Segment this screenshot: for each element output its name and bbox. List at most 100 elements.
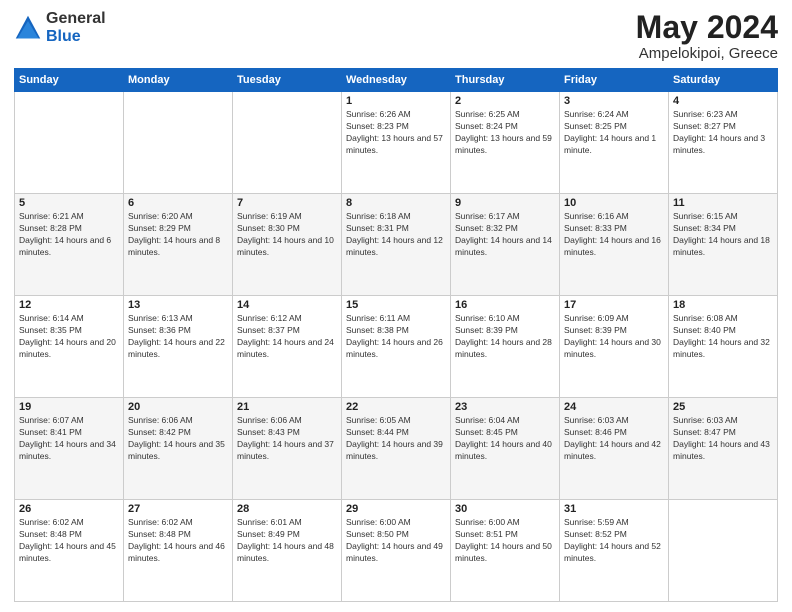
day-number: 23 bbox=[455, 401, 555, 413]
day-number: 25 bbox=[673, 401, 773, 413]
day-info: Sunrise: 6:08 AMSunset: 8:40 PMDaylight:… bbox=[673, 313, 773, 361]
logo-blue: Blue bbox=[46, 28, 106, 46]
sunrise-text: Sunrise: 6:17 AM bbox=[455, 211, 555, 223]
table-row: 6Sunrise: 6:20 AMSunset: 8:29 PMDaylight… bbox=[124, 194, 233, 296]
day-info: Sunrise: 6:03 AMSunset: 8:47 PMDaylight:… bbox=[673, 415, 773, 463]
day-number: 21 bbox=[237, 401, 337, 413]
sunrise-text: Sunrise: 6:11 AM bbox=[346, 313, 446, 325]
calendar-table: Sunday Monday Tuesday Wednesday Thursday… bbox=[14, 68, 778, 602]
col-saturday: Saturday bbox=[669, 69, 778, 92]
subtitle: Ampelokipoi, Greece bbox=[636, 45, 778, 62]
sunrise-text: Sunrise: 6:04 AM bbox=[455, 415, 555, 427]
table-row: 15Sunrise: 6:11 AMSunset: 8:38 PMDayligh… bbox=[342, 296, 451, 398]
day-info: Sunrise: 6:02 AMSunset: 8:48 PMDaylight:… bbox=[19, 517, 119, 565]
daylight-text: Daylight: 14 hours and 10 minutes. bbox=[237, 235, 337, 259]
daylight-text: Daylight: 14 hours and 37 minutes. bbox=[237, 439, 337, 463]
table-row: 10Sunrise: 6:16 AMSunset: 8:33 PMDayligh… bbox=[560, 194, 669, 296]
sunset-text: Sunset: 8:36 PM bbox=[128, 325, 228, 337]
day-info: Sunrise: 6:21 AMSunset: 8:28 PMDaylight:… bbox=[19, 211, 119, 259]
daylight-text: Daylight: 14 hours and 16 minutes. bbox=[564, 235, 664, 259]
table-row: 31 Sunrise: 5:59 AMSunset: 8:52 PMDayligh… bbox=[560, 500, 669, 602]
table-row: 21 Sunrise: 6:06 AMSunset: 8:43 PMDayligh… bbox=[233, 398, 342, 500]
sunset-text: Sunset: 8:44 PM bbox=[346, 427, 446, 439]
daylight-text: Daylight: 14 hours and 35 minutes. bbox=[128, 439, 228, 463]
daylight-text: Daylight: 14 hours and 18 minutes. bbox=[673, 235, 773, 259]
table-row: 27 Sunrise: 6:02 AMSunset: 8:48 PMDayligh… bbox=[124, 500, 233, 602]
day-info: Sunrise: 6:06 AMSunset: 8:42 PMDaylight:… bbox=[128, 415, 228, 463]
sunrise-text: Sunrise: 6:02 AM bbox=[128, 517, 228, 529]
day-info: Sunrise: 6:09 AMSunset: 8:39 PMDaylight:… bbox=[564, 313, 664, 361]
day-number: 19 bbox=[19, 401, 119, 413]
sunset-text: Sunset: 8:24 PM bbox=[455, 121, 555, 133]
table-row: 26Sunrise: 6:02 AMSunset: 8:48 PMDayligh… bbox=[15, 500, 124, 602]
day-number: 15 bbox=[346, 299, 446, 311]
day-info: Sunrise: 6:04 AMSunset: 8:45 PMDaylight:… bbox=[455, 415, 555, 463]
calendar-week-3: 12Sunrise: 6:14 AMSunset: 8:35 PMDayligh… bbox=[15, 296, 778, 398]
daylight-text: Daylight: 14 hours and 43 minutes. bbox=[673, 439, 773, 463]
table-row: 5Sunrise: 6:21 AMSunset: 8:28 PMDaylight… bbox=[15, 194, 124, 296]
sunrise-text: Sunrise: 6:12 AM bbox=[237, 313, 337, 325]
day-number: 31 bbox=[564, 503, 664, 515]
day-info: Sunrise: 6:19 AMSunset: 8:30 PMDaylight:… bbox=[237, 211, 337, 259]
table-row bbox=[15, 92, 124, 194]
daylight-text: Daylight: 14 hours and 24 minutes. bbox=[237, 337, 337, 361]
table-row: 2Sunrise: 6:25 AMSunset: 8:24 PMDaylight… bbox=[451, 92, 560, 194]
daylight-text: Daylight: 14 hours and 20 minutes. bbox=[19, 337, 119, 361]
day-number: 27 bbox=[128, 503, 228, 515]
sunrise-text: Sunrise: 6:00 AM bbox=[346, 517, 446, 529]
col-tuesday: Tuesday bbox=[233, 69, 342, 92]
table-row: 25 Sunrise: 6:03 AMSunset: 8:47 PMDayligh… bbox=[669, 398, 778, 500]
day-info: Sunrise: 6:03 AMSunset: 8:46 PMDaylight:… bbox=[564, 415, 664, 463]
sunset-text: Sunset: 8:32 PM bbox=[455, 223, 555, 235]
sunrise-text: Sunrise: 6:08 AM bbox=[673, 313, 773, 325]
table-row: 7 Sunrise: 6:19 AMSunset: 8:30 PMDaylight… bbox=[233, 194, 342, 296]
day-info: Sunrise: 5:59 AMSunset: 8:52 PMDaylight:… bbox=[564, 517, 664, 565]
daylight-text: Daylight: 14 hours and 48 minutes. bbox=[237, 541, 337, 565]
sunrise-text: Sunrise: 6:23 AM bbox=[673, 109, 773, 121]
logo-icon bbox=[14, 14, 42, 42]
sunrise-text: Sunrise: 6:25 AM bbox=[455, 109, 555, 121]
day-number: 14 bbox=[237, 299, 337, 311]
sunset-text: Sunset: 8:46 PM bbox=[564, 427, 664, 439]
sunrise-text: Sunrise: 5:59 AM bbox=[564, 517, 664, 529]
sunset-text: Sunset: 8:47 PM bbox=[673, 427, 773, 439]
sunset-text: Sunset: 8:34 PM bbox=[673, 223, 773, 235]
day-info: Sunrise: 6:12 AMSunset: 8:37 PMDaylight:… bbox=[237, 313, 337, 361]
page: General Blue May 2024 Ampelokipoi, Greec… bbox=[0, 0, 792, 612]
day-number: 29 bbox=[346, 503, 446, 515]
sunset-text: Sunset: 8:42 PM bbox=[128, 427, 228, 439]
day-number: 13 bbox=[128, 299, 228, 311]
day-info: Sunrise: 6:05 AMSunset: 8:44 PMDaylight:… bbox=[346, 415, 446, 463]
sunrise-text: Sunrise: 6:26 AM bbox=[346, 109, 446, 121]
table-row: 14 Sunrise: 6:12 AMSunset: 8:37 PMDayligh… bbox=[233, 296, 342, 398]
table-row: 3Sunrise: 6:24 AMSunset: 8:25 PMDaylight… bbox=[560, 92, 669, 194]
daylight-text: Daylight: 14 hours and 49 minutes. bbox=[346, 541, 446, 565]
day-info: Sunrise: 6:01 AMSunset: 8:49 PMDaylight:… bbox=[237, 517, 337, 565]
sunset-text: Sunset: 8:48 PM bbox=[128, 529, 228, 541]
col-monday: Monday bbox=[124, 69, 233, 92]
day-number: 16 bbox=[455, 299, 555, 311]
sunset-text: Sunset: 8:43 PM bbox=[237, 427, 337, 439]
sunrise-text: Sunrise: 6:07 AM bbox=[19, 415, 119, 427]
daylight-text: Daylight: 14 hours and 30 minutes. bbox=[564, 337, 664, 361]
day-info: Sunrise: 6:02 AMSunset: 8:48 PMDaylight:… bbox=[128, 517, 228, 565]
sunset-text: Sunset: 8:40 PM bbox=[673, 325, 773, 337]
day-info: Sunrise: 6:06 AMSunset: 8:43 PMDaylight:… bbox=[237, 415, 337, 463]
table-row: 17Sunrise: 6:09 AMSunset: 8:39 PMDayligh… bbox=[560, 296, 669, 398]
daylight-text: Daylight: 14 hours and 1 minute. bbox=[564, 133, 664, 157]
sunrise-text: Sunrise: 6:09 AM bbox=[564, 313, 664, 325]
day-number: 12 bbox=[19, 299, 119, 311]
daylight-text: Daylight: 14 hours and 12 minutes. bbox=[346, 235, 446, 259]
calendar-week-1: 1Sunrise: 6:26 AMSunset: 8:23 PMDaylight… bbox=[15, 92, 778, 194]
daylight-text: Daylight: 14 hours and 39 minutes. bbox=[346, 439, 446, 463]
day-number: 7 bbox=[237, 197, 337, 209]
sunrise-text: Sunrise: 6:13 AM bbox=[128, 313, 228, 325]
sunset-text: Sunset: 8:23 PM bbox=[346, 121, 446, 133]
table-row bbox=[233, 92, 342, 194]
sunrise-text: Sunrise: 6:06 AM bbox=[128, 415, 228, 427]
table-row: 8Sunrise: 6:18 AMSunset: 8:31 PMDaylight… bbox=[342, 194, 451, 296]
sunset-text: Sunset: 8:37 PM bbox=[237, 325, 337, 337]
sunrise-text: Sunrise: 6:20 AM bbox=[128, 211, 228, 223]
daylight-text: Daylight: 14 hours and 32 minutes. bbox=[673, 337, 773, 361]
table-row: 23 Sunrise: 6:04 AMSunset: 8:45 PMDayligh… bbox=[451, 398, 560, 500]
